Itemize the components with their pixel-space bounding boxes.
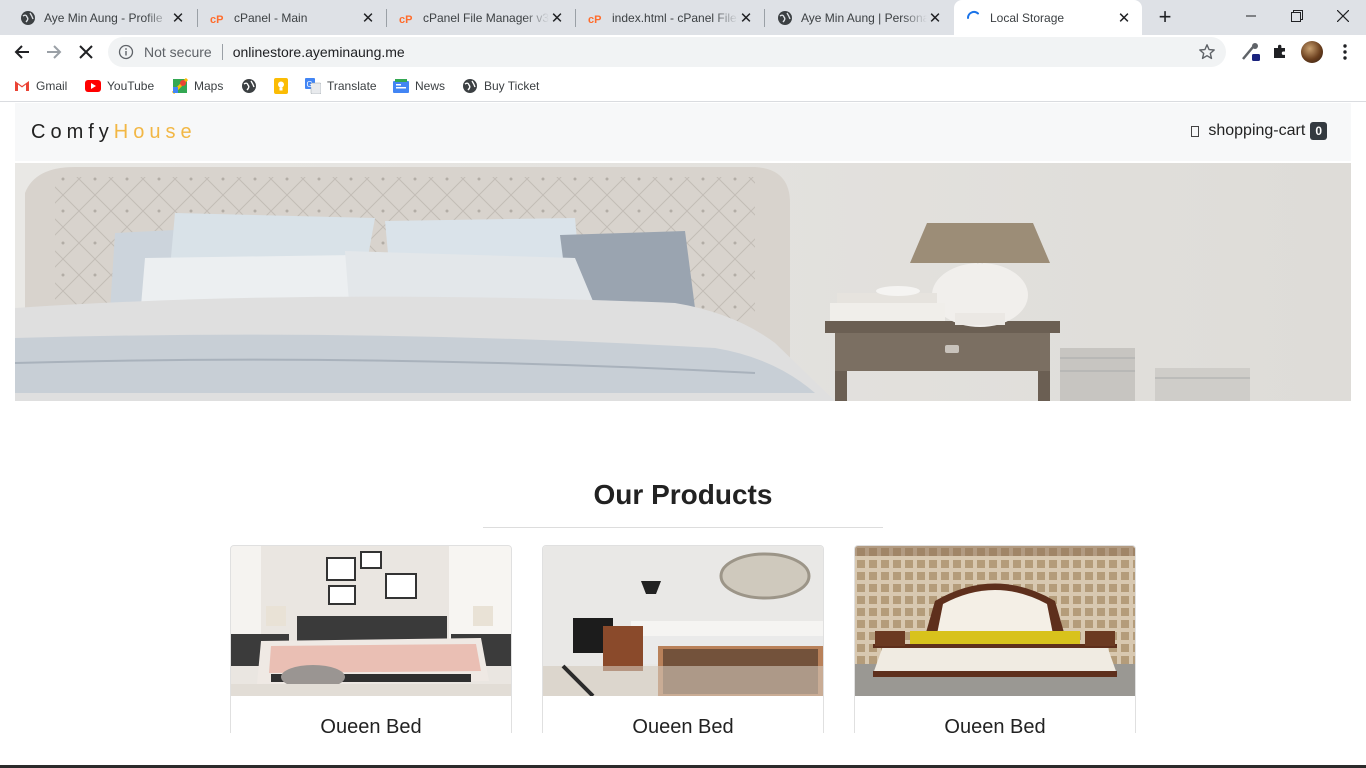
cart-icon <box>1191 125 1200 137</box>
loading-spinner-icon <box>966 10 982 26</box>
page-viewport: ComfyHouse shopping-cart 0 Our Products … <box>0 103 1366 733</box>
youtube-icon <box>85 78 101 94</box>
gmail-icon <box>14 78 30 94</box>
bookmark-star-icon[interactable] <box>1198 43 1216 61</box>
bookmark-label: Maps <box>194 79 224 93</box>
browser-tab[interactable]: Aye Min Aung | Personal ✕ <box>765 0 953 35</box>
extensions-puzzle-icon[interactable] <box>1268 40 1292 64</box>
tab-title: Aye Min Aung | Personal <box>801 10 927 25</box>
browser-toolbar: Not secure onlinestore.ayeminaung.me <box>0 35 1366 69</box>
close-window-button[interactable] <box>1320 0 1366 32</box>
address-bar[interactable]: Not secure onlinestore.ayeminaung.me <box>108 37 1226 67</box>
omnibox-divider <box>221 44 223 60</box>
hero-banner-image <box>15 163 1351 401</box>
browser-tab[interactable]: cP cPanel File Manager v3 ✕ <box>387 0 575 35</box>
url-text[interactable]: onlinestore.ayeminaung.me <box>233 44 405 60</box>
stop-icon <box>79 45 93 59</box>
product-image[interactable] <box>855 546 1135 696</box>
logo-text-comfy: Comfy <box>31 121 114 143</box>
minimize-button[interactable] <box>1228 0 1274 32</box>
svg-text:G: G <box>307 80 313 89</box>
window-bottom-area <box>0 733 1366 768</box>
close-tab-icon[interactable]: ✕ <box>1116 10 1132 27</box>
svg-text:cP: cP <box>588 14 601 26</box>
browser-tab[interactable]: Aye Min Aung - Profile ✕ <box>0 0 196 35</box>
tab-title: cPanel - Main <box>234 10 308 25</box>
news-icon <box>393 78 409 94</box>
back-button[interactable] <box>8 38 36 66</box>
browser-menu-icon[interactable] <box>1333 40 1357 64</box>
bookmarks-bar: Gmail YouTube Maps G Translate News Buy … <box>0 69 1366 102</box>
bookmark-label: News <box>415 79 446 93</box>
bookmark-label: Translate <box>327 79 377 93</box>
cpanel-icon: cP <box>210 10 226 26</box>
product-image[interactable] <box>231 546 511 696</box>
minimize-icon <box>1246 15 1256 17</box>
bookmark-label: Buy Ticket <box>484 79 540 93</box>
back-arrow-icon <box>14 45 29 59</box>
site-logo[interactable]: ComfyHouse <box>31 121 197 144</box>
product-card[interactable]: Queen Bed <box>854 545 1136 733</box>
restore-icon <box>1291 10 1303 22</box>
extension-eyedropper-icon[interactable] <box>1238 40 1262 64</box>
globe-icon <box>20 10 36 26</box>
profile-avatar[interactable] <box>1301 41 1323 63</box>
close-icon <box>1337 10 1349 22</box>
bookmark-gmail[interactable]: Gmail <box>14 76 67 96</box>
product-card[interactable]: Queen Bed <box>542 545 824 733</box>
globe-icon <box>241 78 257 94</box>
translate-icon: G <box>305 78 321 94</box>
bookmark-keep[interactable] <box>273 76 295 96</box>
cpanel-icon: cP <box>399 10 415 26</box>
browser-tab[interactable]: cP cPanel - Main ✕ <box>198 0 386 35</box>
svg-text:cP: cP <box>399 14 412 26</box>
browser-tab[interactable]: cP index.html - cPanel File ✕ <box>576 0 764 35</box>
info-icon <box>118 44 134 60</box>
tab-title: Aye Min Aung - Profile <box>44 10 163 25</box>
tab-title: Local Storage <box>990 10 1065 25</box>
globe-icon <box>777 10 793 26</box>
bookmark-buy-ticket[interactable]: Buy Ticket <box>462 76 539 96</box>
bookmark-maps[interactable]: Maps <box>172 76 223 96</box>
cpanel-icon: cP <box>588 10 604 26</box>
tab-title: cPanel File Manager v3 <box>423 10 549 25</box>
tab-title: index.html - cPanel File <box>612 10 737 25</box>
title-underline <box>483 527 883 528</box>
svg-text:cP: cP <box>210 14 223 26</box>
bookmark-label: YouTube <box>107 79 155 93</box>
new-tab-button[interactable]: + <box>1153 6 1177 30</box>
close-tab-icon[interactable]: ✕ <box>549 10 565 27</box>
close-tab-icon[interactable]: ✕ <box>360 10 376 27</box>
site-navbar: ComfyHouse shopping-cart 0 <box>15 103 1351 161</box>
keep-icon <box>273 78 289 94</box>
bookmark-news[interactable]: News <box>393 76 445 96</box>
product-card[interactable]: Queen Bed <box>230 545 512 733</box>
forward-arrow-icon <box>47 45 62 59</box>
forward-button[interactable] <box>40 38 68 66</box>
product-name: Queen Bed <box>944 716 1046 733</box>
shopping-cart-button[interactable]: shopping-cart 0 <box>1191 122 1327 140</box>
globe-icon <box>462 78 478 94</box>
products-section-title: Our Products <box>593 479 773 510</box>
bookmark-label: Gmail <box>36 79 68 93</box>
close-tab-icon[interactable]: ✕ <box>170 10 186 27</box>
security-label: Not secure <box>144 44 212 60</box>
stop-loading-button[interactable] <box>72 38 100 66</box>
bookmark-translate[interactable]: G Translate <box>305 76 377 96</box>
browser-tab-active[interactable]: Local Storage ✕ <box>954 0 1142 35</box>
cart-label: shopping-cart <box>1208 122 1306 139</box>
bookmark-globe[interactable] <box>241 76 263 96</box>
logo-text-house: House <box>113 121 197 143</box>
restore-button[interactable] <box>1274 0 1320 32</box>
product-name: Queen Bed <box>632 716 734 733</box>
close-tab-icon[interactable]: ✕ <box>927 10 943 27</box>
maps-icon <box>172 78 188 94</box>
product-name: Queen Bed <box>320 716 422 733</box>
browser-tab-strip: Aye Min Aung - Profile ✕ cP cPanel - Mai… <box>0 0 1366 35</box>
product-image[interactable] <box>543 546 823 696</box>
cart-count-badge: 0 <box>1310 122 1327 140</box>
bookmark-youtube[interactable]: YouTube <box>85 76 154 96</box>
close-tab-icon[interactable]: ✕ <box>738 10 754 27</box>
